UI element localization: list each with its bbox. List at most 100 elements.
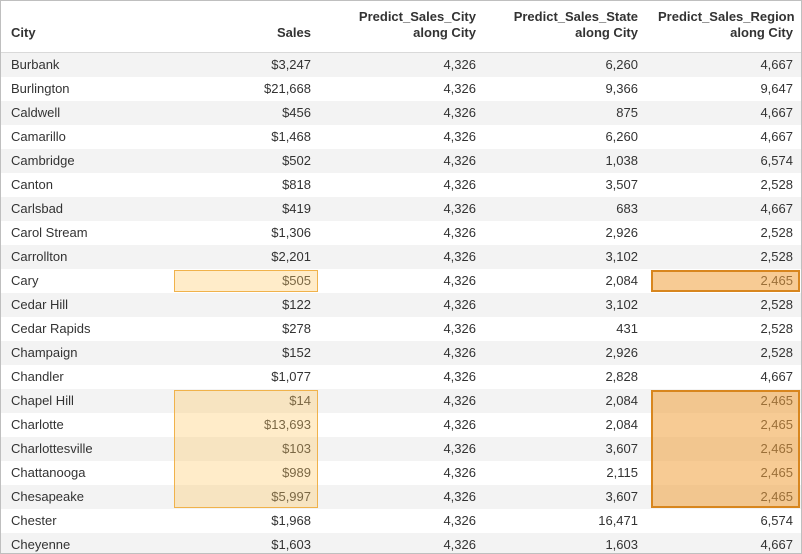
cell-predict-region[interactable]: 4,667: [648, 197, 802, 221]
col-header-predict-city[interactable]: Predict_Sales_Cityalong City: [321, 1, 486, 52]
cell-predict-state[interactable]: 683: [486, 197, 648, 221]
col-header-predict-region[interactable]: Predict_Sales_Regionalong City: [648, 1, 802, 52]
cell-predict-state[interactable]: 3,607: [486, 437, 648, 461]
cell-predict-region[interactable]: 4,667: [648, 52, 802, 77]
cell-predict-city[interactable]: 4,326: [321, 389, 486, 413]
cell-sales[interactable]: $2,201: [171, 245, 321, 269]
table-row[interactable]: Charlottesville$1034,3263,6072,465: [1, 437, 802, 461]
table-row[interactable]: Cary$5054,3262,0842,465: [1, 269, 802, 293]
table-row[interactable]: Burlington$21,6684,3269,3669,647: [1, 77, 802, 101]
cell-predict-region[interactable]: 2,465: [648, 269, 802, 293]
cell-predict-city[interactable]: 4,326: [321, 341, 486, 365]
cell-predict-city[interactable]: 4,326: [321, 52, 486, 77]
cell-city[interactable]: Carol Stream: [1, 221, 171, 245]
cell-city[interactable]: Cedar Hill: [1, 293, 171, 317]
table-row[interactable]: Charlotte$13,6934,3262,0842,465: [1, 413, 802, 437]
cell-city[interactable]: Chandler: [1, 365, 171, 389]
table-row[interactable]: Chesapeake$5,9974,3263,6072,465: [1, 485, 802, 509]
table-row[interactable]: Cedar Rapids$2784,3264312,528: [1, 317, 802, 341]
cell-predict-city[interactable]: 4,326: [321, 413, 486, 437]
cell-predict-state[interactable]: 431: [486, 317, 648, 341]
cell-sales[interactable]: $103: [171, 437, 321, 461]
cell-sales[interactable]: $1,603: [171, 533, 321, 554]
cell-predict-state[interactable]: 3,507: [486, 173, 648, 197]
table-row[interactable]: Cheyenne$1,6034,3261,6034,667: [1, 533, 802, 554]
cell-predict-state[interactable]: 1,603: [486, 533, 648, 554]
cell-city[interactable]: Cambridge: [1, 149, 171, 173]
cell-predict-city[interactable]: 4,326: [321, 77, 486, 101]
cell-predict-region[interactable]: 4,667: [648, 125, 802, 149]
cell-sales[interactable]: $1,077: [171, 365, 321, 389]
cell-predict-region[interactable]: 9,647: [648, 77, 802, 101]
col-header-city[interactable]: City: [1, 1, 171, 52]
cell-predict-region[interactable]: 2,528: [648, 341, 802, 365]
cell-sales[interactable]: $1,968: [171, 509, 321, 533]
cell-predict-region[interactable]: 2,528: [648, 317, 802, 341]
cell-city[interactable]: Caldwell: [1, 101, 171, 125]
cell-predict-region[interactable]: 6,574: [648, 149, 802, 173]
cell-predict-region[interactable]: 2,528: [648, 293, 802, 317]
cell-city[interactable]: Cedar Rapids: [1, 317, 171, 341]
table-row[interactable]: Camarillo$1,4684,3266,2604,667: [1, 125, 802, 149]
table-row[interactable]: Cambridge$5024,3261,0386,574: [1, 149, 802, 173]
cell-city[interactable]: Champaign: [1, 341, 171, 365]
cell-predict-state[interactable]: 2,084: [486, 389, 648, 413]
cell-sales[interactable]: $5,997: [171, 485, 321, 509]
table-row[interactable]: Chapel Hill$144,3262,0842,465: [1, 389, 802, 413]
cell-predict-state[interactable]: 1,038: [486, 149, 648, 173]
table-row[interactable]: Chandler$1,0774,3262,8284,667: [1, 365, 802, 389]
cell-city[interactable]: Chapel Hill: [1, 389, 171, 413]
cell-predict-region[interactable]: 4,667: [648, 533, 802, 554]
cell-city[interactable]: Camarillo: [1, 125, 171, 149]
cell-sales[interactable]: $278: [171, 317, 321, 341]
cell-city[interactable]: Burlington: [1, 77, 171, 101]
cell-predict-city[interactable]: 4,326: [321, 149, 486, 173]
cell-predict-city[interactable]: 4,326: [321, 221, 486, 245]
cell-sales[interactable]: $152: [171, 341, 321, 365]
cell-predict-region[interactable]: 2,528: [648, 173, 802, 197]
cell-sales[interactable]: $122: [171, 293, 321, 317]
cell-predict-state[interactable]: 2,926: [486, 221, 648, 245]
cell-predict-city[interactable]: 4,326: [321, 533, 486, 554]
table-row[interactable]: Carol Stream$1,3064,3262,9262,528: [1, 221, 802, 245]
cell-predict-state[interactable]: 3,102: [486, 293, 648, 317]
cell-predict-region[interactable]: 2,528: [648, 221, 802, 245]
cell-predict-state[interactable]: 3,102: [486, 245, 648, 269]
cell-predict-city[interactable]: 4,326: [321, 437, 486, 461]
cell-sales[interactable]: $21,668: [171, 77, 321, 101]
col-header-sales[interactable]: Sales: [171, 1, 321, 52]
cell-city[interactable]: Charlottesville: [1, 437, 171, 461]
table-row[interactable]: Carrollton$2,2014,3263,1022,528: [1, 245, 802, 269]
cell-predict-state[interactable]: 875: [486, 101, 648, 125]
cell-predict-city[interactable]: 4,326: [321, 197, 486, 221]
cell-predict-state[interactable]: 2,084: [486, 413, 648, 437]
cell-predict-state[interactable]: 2,926: [486, 341, 648, 365]
table-row[interactable]: Carlsbad$4194,3266834,667: [1, 197, 802, 221]
cell-sales[interactable]: $505: [171, 269, 321, 293]
cell-predict-city[interactable]: 4,326: [321, 101, 486, 125]
cell-predict-state[interactable]: 9,366: [486, 77, 648, 101]
cell-predict-state[interactable]: 2,084: [486, 269, 648, 293]
cell-city[interactable]: Cheyenne: [1, 533, 171, 554]
cell-predict-city[interactable]: 4,326: [321, 245, 486, 269]
cell-city[interactable]: Canton: [1, 173, 171, 197]
cell-predict-state[interactable]: 2,828: [486, 365, 648, 389]
cell-predict-region[interactable]: 6,574: [648, 509, 802, 533]
cell-predict-state[interactable]: 3,607: [486, 485, 648, 509]
cell-sales[interactable]: $456: [171, 101, 321, 125]
cell-predict-city[interactable]: 4,326: [321, 485, 486, 509]
cell-city[interactable]: Chesapeake: [1, 485, 171, 509]
cell-predict-city[interactable]: 4,326: [321, 317, 486, 341]
cell-predict-city[interactable]: 4,326: [321, 461, 486, 485]
cell-predict-region[interactable]: 2,465: [648, 461, 802, 485]
cell-sales[interactable]: $14: [171, 389, 321, 413]
cell-predict-state[interactable]: 16,471: [486, 509, 648, 533]
cell-city[interactable]: Cary: [1, 269, 171, 293]
cell-city[interactable]: Chattanooga: [1, 461, 171, 485]
table-row[interactable]: Burbank$3,2474,3266,2604,667: [1, 52, 802, 77]
cell-sales[interactable]: $419: [171, 197, 321, 221]
table-row[interactable]: Cedar Hill$1224,3263,1022,528: [1, 293, 802, 317]
cell-city[interactable]: Carlsbad: [1, 197, 171, 221]
cell-sales[interactable]: $13,693: [171, 413, 321, 437]
cell-predict-city[interactable]: 4,326: [321, 173, 486, 197]
